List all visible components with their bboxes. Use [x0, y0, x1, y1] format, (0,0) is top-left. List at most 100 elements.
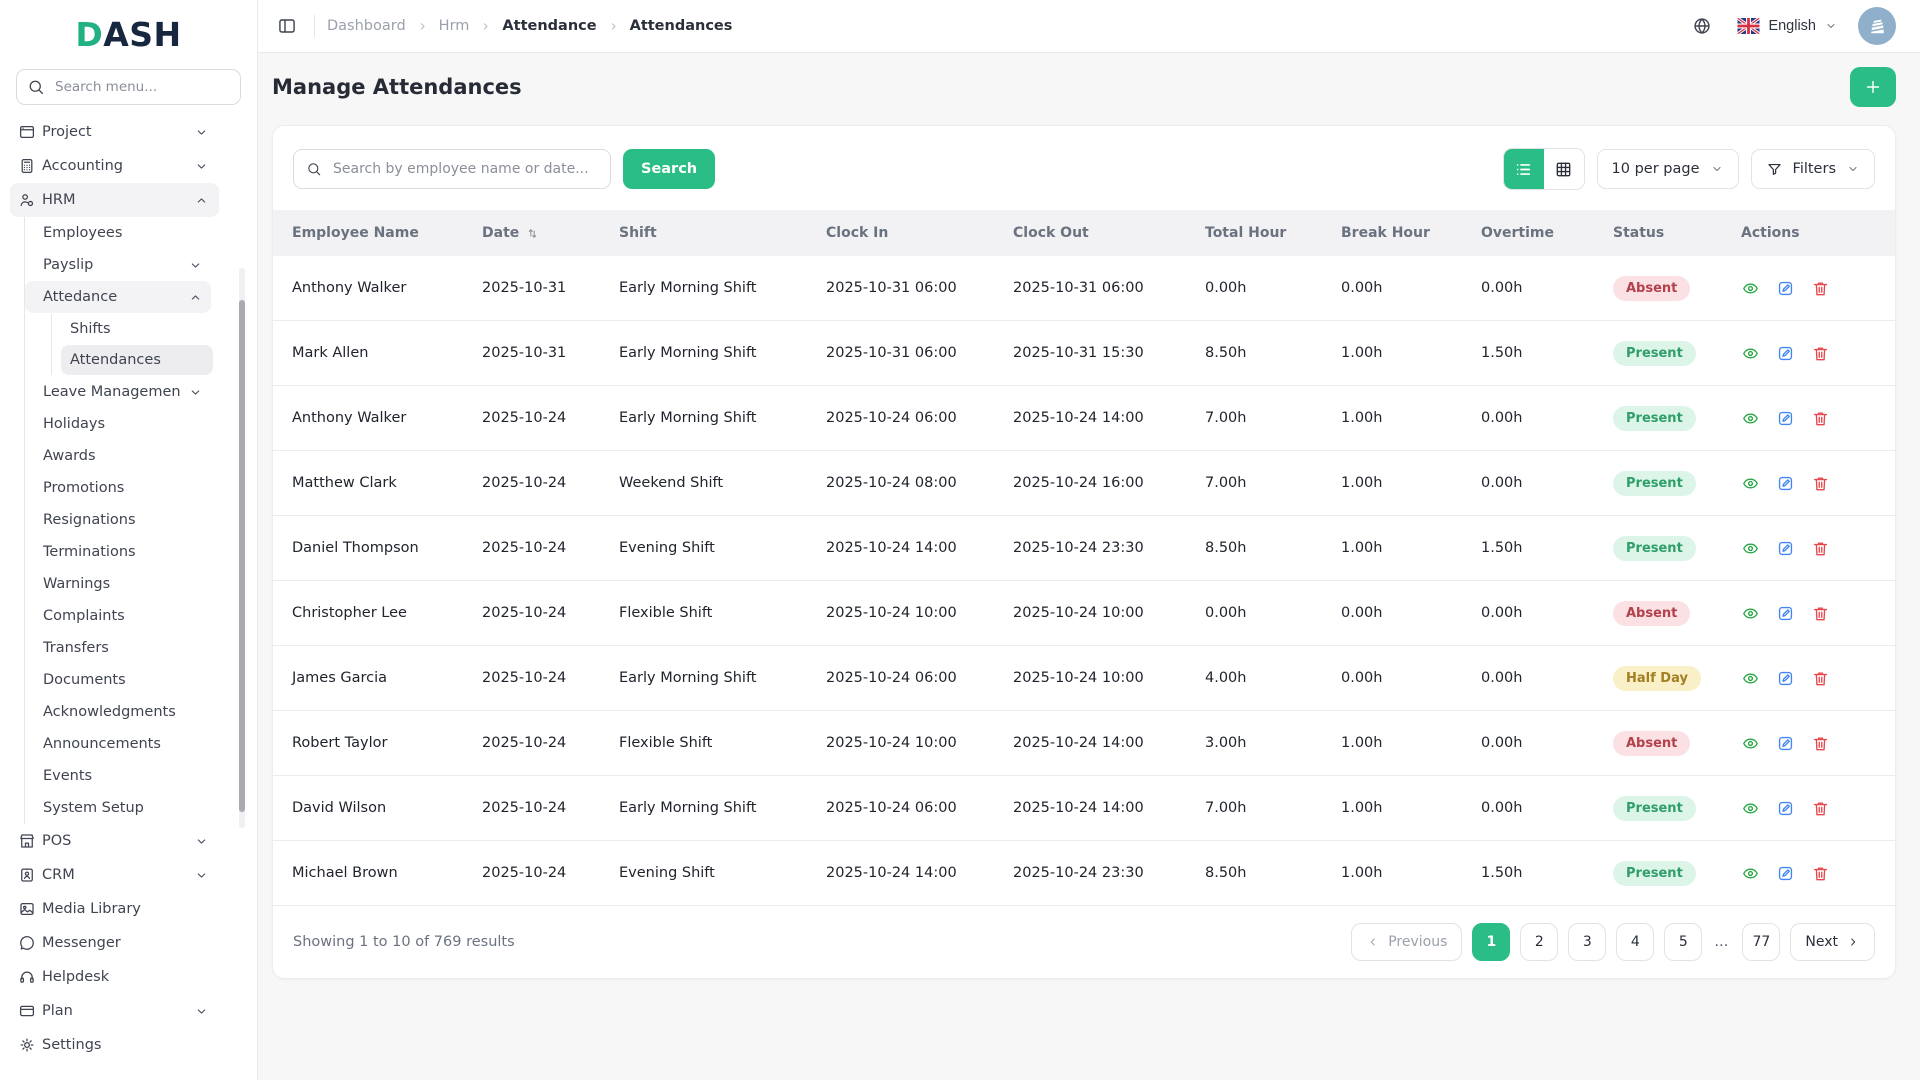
- edit-button[interactable]: [1776, 669, 1795, 688]
- page-button-3[interactable]: 3: [1568, 923, 1607, 961]
- view-button[interactable]: [1741, 539, 1760, 558]
- view-button[interactable]: [1741, 799, 1760, 818]
- cell-overtime: 0.00h: [1462, 775, 1594, 841]
- view-button[interactable]: [1741, 279, 1760, 298]
- language-switcher[interactable]: English: [1731, 17, 1844, 35]
- per-page-select[interactable]: 10 per page: [1596, 149, 1739, 189]
- edit-button[interactable]: [1776, 279, 1795, 298]
- cell-name: Robert Taylor: [273, 710, 463, 776]
- sidebar-item-warnings[interactable]: Warnings: [25, 568, 211, 600]
- col-label: Status: [1613, 225, 1665, 241]
- edit-button[interactable]: [1776, 734, 1795, 753]
- sidebar-item-system-setup[interactable]: System Setup: [25, 792, 211, 824]
- add-attendance-button[interactable]: [1850, 67, 1896, 107]
- filters-button[interactable]: Filters: [1750, 149, 1875, 189]
- page-button-5[interactable]: 5: [1664, 923, 1703, 961]
- breadcrumb-item-attendances[interactable]: Attendances: [630, 18, 733, 34]
- breadcrumb-item-attendance[interactable]: Attendance: [502, 18, 596, 34]
- page-button-2[interactable]: 2: [1520, 923, 1559, 961]
- breadcrumb-item-hrm[interactable]: Hrm: [439, 18, 470, 34]
- edit-button[interactable]: [1776, 409, 1795, 428]
- sidebar-item-project[interactable]: Project: [10, 115, 219, 149]
- delete-button[interactable]: [1811, 279, 1830, 298]
- sidebar-item-awards[interactable]: Awards: [25, 440, 211, 472]
- col-date[interactable]: Date: [463, 210, 600, 256]
- cell-date: 2025-10-24: [463, 645, 600, 711]
- delete-button[interactable]: [1811, 474, 1830, 493]
- sidebar-item-settings[interactable]: Settings: [10, 1028, 219, 1062]
- edit-button[interactable]: [1776, 474, 1795, 493]
- table-header: Employee Name Date Shift Clock In Clock Out T…: [273, 210, 1895, 256]
- cell-break-hour: 0.00h: [1322, 645, 1462, 711]
- list-view-button[interactable]: [1503, 149, 1544, 189]
- sidebar-item-payslip[interactable]: Payslip: [25, 249, 211, 281]
- sidebar-item-documents[interactable]: Documents: [25, 664, 211, 696]
- sidebar-item-crm[interactable]: CRM: [10, 858, 219, 892]
- col-actions: Actions: [1722, 210, 1895, 256]
- view-button[interactable]: [1741, 409, 1760, 428]
- sidebar-item-pos[interactable]: POS: [10, 824, 219, 858]
- sidebar-item-media-library[interactable]: Media Library: [10, 892, 219, 926]
- sidebar-item-hrm[interactable]: HRM: [10, 183, 219, 217]
- sidebar-item-employees[interactable]: Employees: [25, 217, 211, 249]
- sidebar-item-plan[interactable]: Plan: [10, 994, 219, 1028]
- cell-clock-in: 2025-10-24 10:00: [807, 580, 994, 646]
- sidebar-item-acknowledgments[interactable]: Acknowledgments: [25, 696, 211, 728]
- view-button[interactable]: [1741, 864, 1760, 883]
- edit-button[interactable]: [1776, 864, 1795, 883]
- sidebar-item-holidays[interactable]: Holidays: [25, 408, 211, 440]
- sidebar-item-leave-management[interactable]: Leave Management: [25, 376, 211, 408]
- sidebar-item-terminations[interactable]: Terminations: [25, 536, 211, 568]
- delete-button[interactable]: [1811, 344, 1830, 363]
- sidebar-item-transfers[interactable]: Transfers: [25, 632, 211, 664]
- edit-button[interactable]: [1776, 604, 1795, 623]
- sidebar-item-messenger[interactable]: Messenger: [10, 926, 219, 960]
- sidebar-item-announcements[interactable]: Announcements: [25, 728, 211, 760]
- cell-clock-in: 2025-10-31 06:00: [807, 256, 994, 321]
- sidebar-item-helpdesk[interactable]: Helpdesk: [10, 960, 219, 994]
- sidebar-item-complaints[interactable]: Complaints: [25, 600, 211, 632]
- sidebar-scrollbar-thumb[interactable]: [239, 300, 245, 812]
- view-button[interactable]: [1741, 474, 1760, 493]
- avatar[interactable]: [1858, 7, 1896, 45]
- edit-button[interactable]: [1776, 344, 1795, 363]
- view-button[interactable]: [1741, 669, 1760, 688]
- view-button[interactable]: [1741, 734, 1760, 753]
- view-button[interactable]: [1741, 604, 1760, 623]
- col-label: Total Hour: [1205, 225, 1287, 241]
- previous-page-button[interactable]: Previous: [1351, 923, 1463, 961]
- grid-view-button[interactable]: [1543, 149, 1584, 189]
- view-button[interactable]: [1741, 344, 1760, 363]
- sidebar-item-promotions[interactable]: Promotions: [25, 472, 211, 504]
- sidebar-item-events[interactable]: Events: [25, 760, 211, 792]
- delete-button[interactable]: [1811, 669, 1830, 688]
- page-button-77[interactable]: 77: [1742, 923, 1781, 961]
- next-page-button[interactable]: Next: [1790, 923, 1875, 961]
- delete-button[interactable]: [1811, 799, 1830, 818]
- edit-button[interactable]: [1776, 539, 1795, 558]
- edit-button[interactable]: [1776, 799, 1795, 818]
- sidebar-item-resignations[interactable]: Resignations: [25, 504, 211, 536]
- globe-button[interactable]: [1687, 11, 1717, 41]
- delete-button[interactable]: [1811, 864, 1830, 883]
- page-button-1[interactable]: 1: [1472, 923, 1511, 961]
- table-search-box[interactable]: [293, 149, 611, 189]
- search-button[interactable]: Search: [623, 149, 716, 189]
- menu-search-input[interactable]: [53, 78, 230, 96]
- sidebar-toggle-button[interactable]: [272, 11, 302, 41]
- page-button-4[interactable]: 4: [1616, 923, 1655, 961]
- sidebar-item-accounting[interactable]: Accounting: [10, 149, 219, 183]
- delete-button[interactable]: [1811, 734, 1830, 753]
- sidebar-item-shifts[interactable]: Shifts: [61, 314, 213, 344]
- sidebar-item-attedance[interactable]: Attedance: [25, 281, 211, 313]
- chevron-right-icon: [479, 20, 492, 33]
- delete-button[interactable]: [1811, 409, 1830, 428]
- menu-search-box[interactable]: [16, 69, 241, 105]
- delete-button[interactable]: [1811, 604, 1830, 623]
- delete-button[interactable]: [1811, 539, 1830, 558]
- status-badge: Present: [1613, 795, 1696, 821]
- breadcrumb-item-dashboard[interactable]: Dashboard: [327, 18, 406, 34]
- sidebar-item-label: Complaints: [43, 608, 125, 624]
- table-search-input[interactable]: [331, 160, 598, 178]
- sidebar-item-attendances[interactable]: Attendances: [61, 345, 213, 375]
